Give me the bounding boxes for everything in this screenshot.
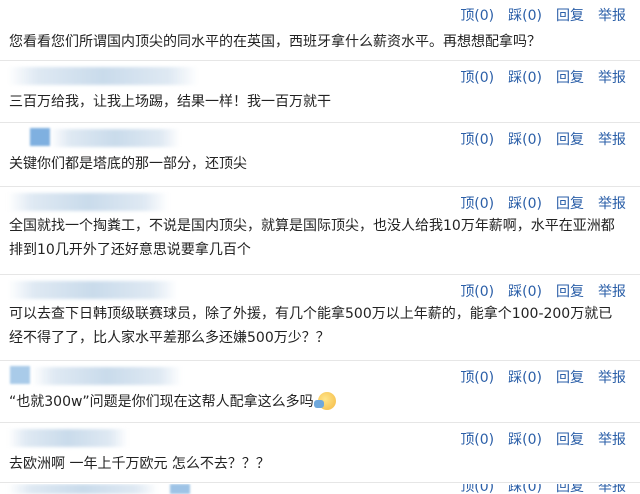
- comment-item: 顶(0) 踩(0) 回复 举报 您看看您们所谓国内顶尖的同水平的在英国，西班牙拿什么薪…: [0, 0, 640, 61]
- downvote-button[interactable]: 踩(0): [508, 484, 542, 494]
- blurred-avatar: [30, 128, 50, 146]
- reply-button[interactable]: 回复: [556, 196, 584, 212]
- comment-text: 全国就找一个掏粪工，不说是国内顶尖，就算是国际顶尖，也没人给我10万年薪啊，水平…: [9, 218, 615, 258]
- reply-button[interactable]: 回复: [556, 132, 584, 148]
- report-button[interactable]: 举报: [598, 284, 626, 300]
- comment-item: 顶(0) 踩(0) 回复 举报 关键你们都是塔底的那一部分，还顶尖: [0, 124, 640, 187]
- blurred-username: [8, 281, 178, 299]
- downvote-button[interactable]: 踩(0): [508, 70, 542, 86]
- reply-button[interactable]: 回复: [556, 370, 584, 386]
- comment-actions: 顶(0) 踩(0) 回复 举报: [460, 429, 626, 449]
- comment-text: “也就300w”问题是你们现在这帮人配拿这么多吗: [9, 390, 621, 414]
- comment-text: 可以去查下日韩顶级联赛球员，除了外援，有几个能拿500万以上年薪的，能拿个100…: [9, 306, 613, 346]
- upvote-button[interactable]: 顶(0): [460, 8, 494, 24]
- blurred-username: [32, 367, 182, 385]
- report-button[interactable]: 举报: [598, 70, 626, 86]
- upvote-button[interactable]: 顶(0): [460, 432, 494, 448]
- comment-actions: 顶(0) 踩(0) 回复 举报: [460, 5, 626, 25]
- comment-text: 关键你们都是塔底的那一部分，还顶尖: [9, 156, 247, 172]
- comment-meta: 顶(0) 踩(0) 回复 举报: [0, 424, 640, 452]
- comment-meta: 顶(0) 踩(0) 回复 举报: [0, 62, 640, 90]
- comment-text: 去欧洲啊 一年上千万欧元 怎么不去？？？: [9, 456, 270, 472]
- downvote-button[interactable]: 踩(0): [508, 196, 542, 212]
- reply-button[interactable]: 回复: [556, 8, 584, 24]
- reply-button[interactable]: 回复: [556, 70, 584, 86]
- comment-actions: 顶(0) 踩(0) 回复 举报: [460, 193, 626, 213]
- comment-actions: 顶(0) 踩(0) 回复 举报: [460, 281, 626, 301]
- comment-text: 您看看您们所谓国内顶尖的同水平的在英国，西班牙拿什么薪资水平。再想想配拿吗？: [9, 34, 541, 50]
- blurred-username: [8, 67, 198, 85]
- downvote-button[interactable]: 踩(0): [508, 284, 542, 300]
- downvote-button[interactable]: 踩(0): [508, 432, 542, 448]
- blurred-avatar: [10, 366, 30, 384]
- upvote-button[interactable]: 顶(0): [460, 484, 494, 494]
- comment-actions: 顶(0) 踩(0) 回复 举报: [460, 67, 626, 87]
- comment-item: 顶(0) 踩(0) 回复 举报 全国就找一个掏粪工，不说是国内顶尖，就算是国际顶尖，也…: [0, 188, 640, 275]
- comment-text: 三百万给我，让我上场踢，结果一样！我一百万就干: [9, 94, 331, 110]
- reply-button[interactable]: 回复: [556, 432, 584, 448]
- comment-item: 顶(0) 踩(0) 回复 举报 可以去查下日韩顶级联赛球员，除了外援，有几个能拿500…: [0, 276, 640, 361]
- comment-item: 顶(0) 踩(0) 回复 举报 去欧洲啊 一年上千万欧元 怎么不去？？？: [0, 424, 640, 483]
- comment-actions: 顶(0) 踩(0) 回复 举报: [460, 129, 626, 149]
- report-button[interactable]: 举报: [598, 8, 626, 24]
- downvote-button[interactable]: 踩(0): [508, 370, 542, 386]
- comment-item: 顶(0) 踩(0) 回复 举报 三百万给我，让我上场踢，结果一样！我一百万就干: [0, 62, 640, 123]
- upvote-button[interactable]: 顶(0): [460, 284, 494, 300]
- reply-button[interactable]: 回复: [556, 284, 584, 300]
- comment-actions: 顶(0) 踩(0) 回复 举报: [460, 484, 626, 494]
- comment-text-content: “也就300w”问题是你们现在这帮人配拿这么多吗: [9, 394, 314, 410]
- report-button[interactable]: 举报: [598, 132, 626, 148]
- upvote-button[interactable]: 顶(0): [460, 132, 494, 148]
- reply-button[interactable]: 回复: [556, 484, 584, 494]
- comment-meta: 顶(0) 踩(0) 回复 举报: [0, 188, 640, 216]
- blurred-username: [8, 193, 168, 211]
- downvote-button[interactable]: 踩(0): [508, 8, 542, 24]
- blurred-username: [8, 484, 158, 494]
- upvote-button[interactable]: 顶(0): [460, 70, 494, 86]
- comment-meta: 顶(0) 踩(0) 回复 举报: [0, 276, 640, 304]
- report-button[interactable]: 举报: [598, 432, 626, 448]
- comment-actions: 顶(0) 踩(0) 回复 举报: [460, 367, 626, 387]
- upvote-button[interactable]: 顶(0): [460, 370, 494, 386]
- report-button[interactable]: 举报: [598, 370, 626, 386]
- blurred-avatar: [170, 484, 190, 494]
- comment-meta: 顶(0) 踩(0) 回复 举报: [0, 124, 640, 152]
- report-button[interactable]: 举报: [598, 196, 626, 212]
- blurred-username: [8, 429, 128, 447]
- downvote-button[interactable]: 踩(0): [508, 132, 542, 148]
- comment-item: 顶(0) 踩(0) 回复 举报 “也就300w”问题是你们现在这帮人配拿这么多吗: [0, 362, 640, 423]
- blurred-username: [50, 129, 180, 147]
- upvote-button[interactable]: 顶(0): [460, 196, 494, 212]
- report-button[interactable]: 举报: [598, 484, 626, 494]
- comment-meta: 顶(0) 踩(0) 回复 举报: [0, 0, 640, 28]
- emoji-icon: [313, 392, 336, 410]
- comment-item: 顶(0) 踩(0) 回复 举报: [0, 484, 640, 494]
- comment-meta: 顶(0) 踩(0) 回复 举报: [0, 362, 640, 390]
